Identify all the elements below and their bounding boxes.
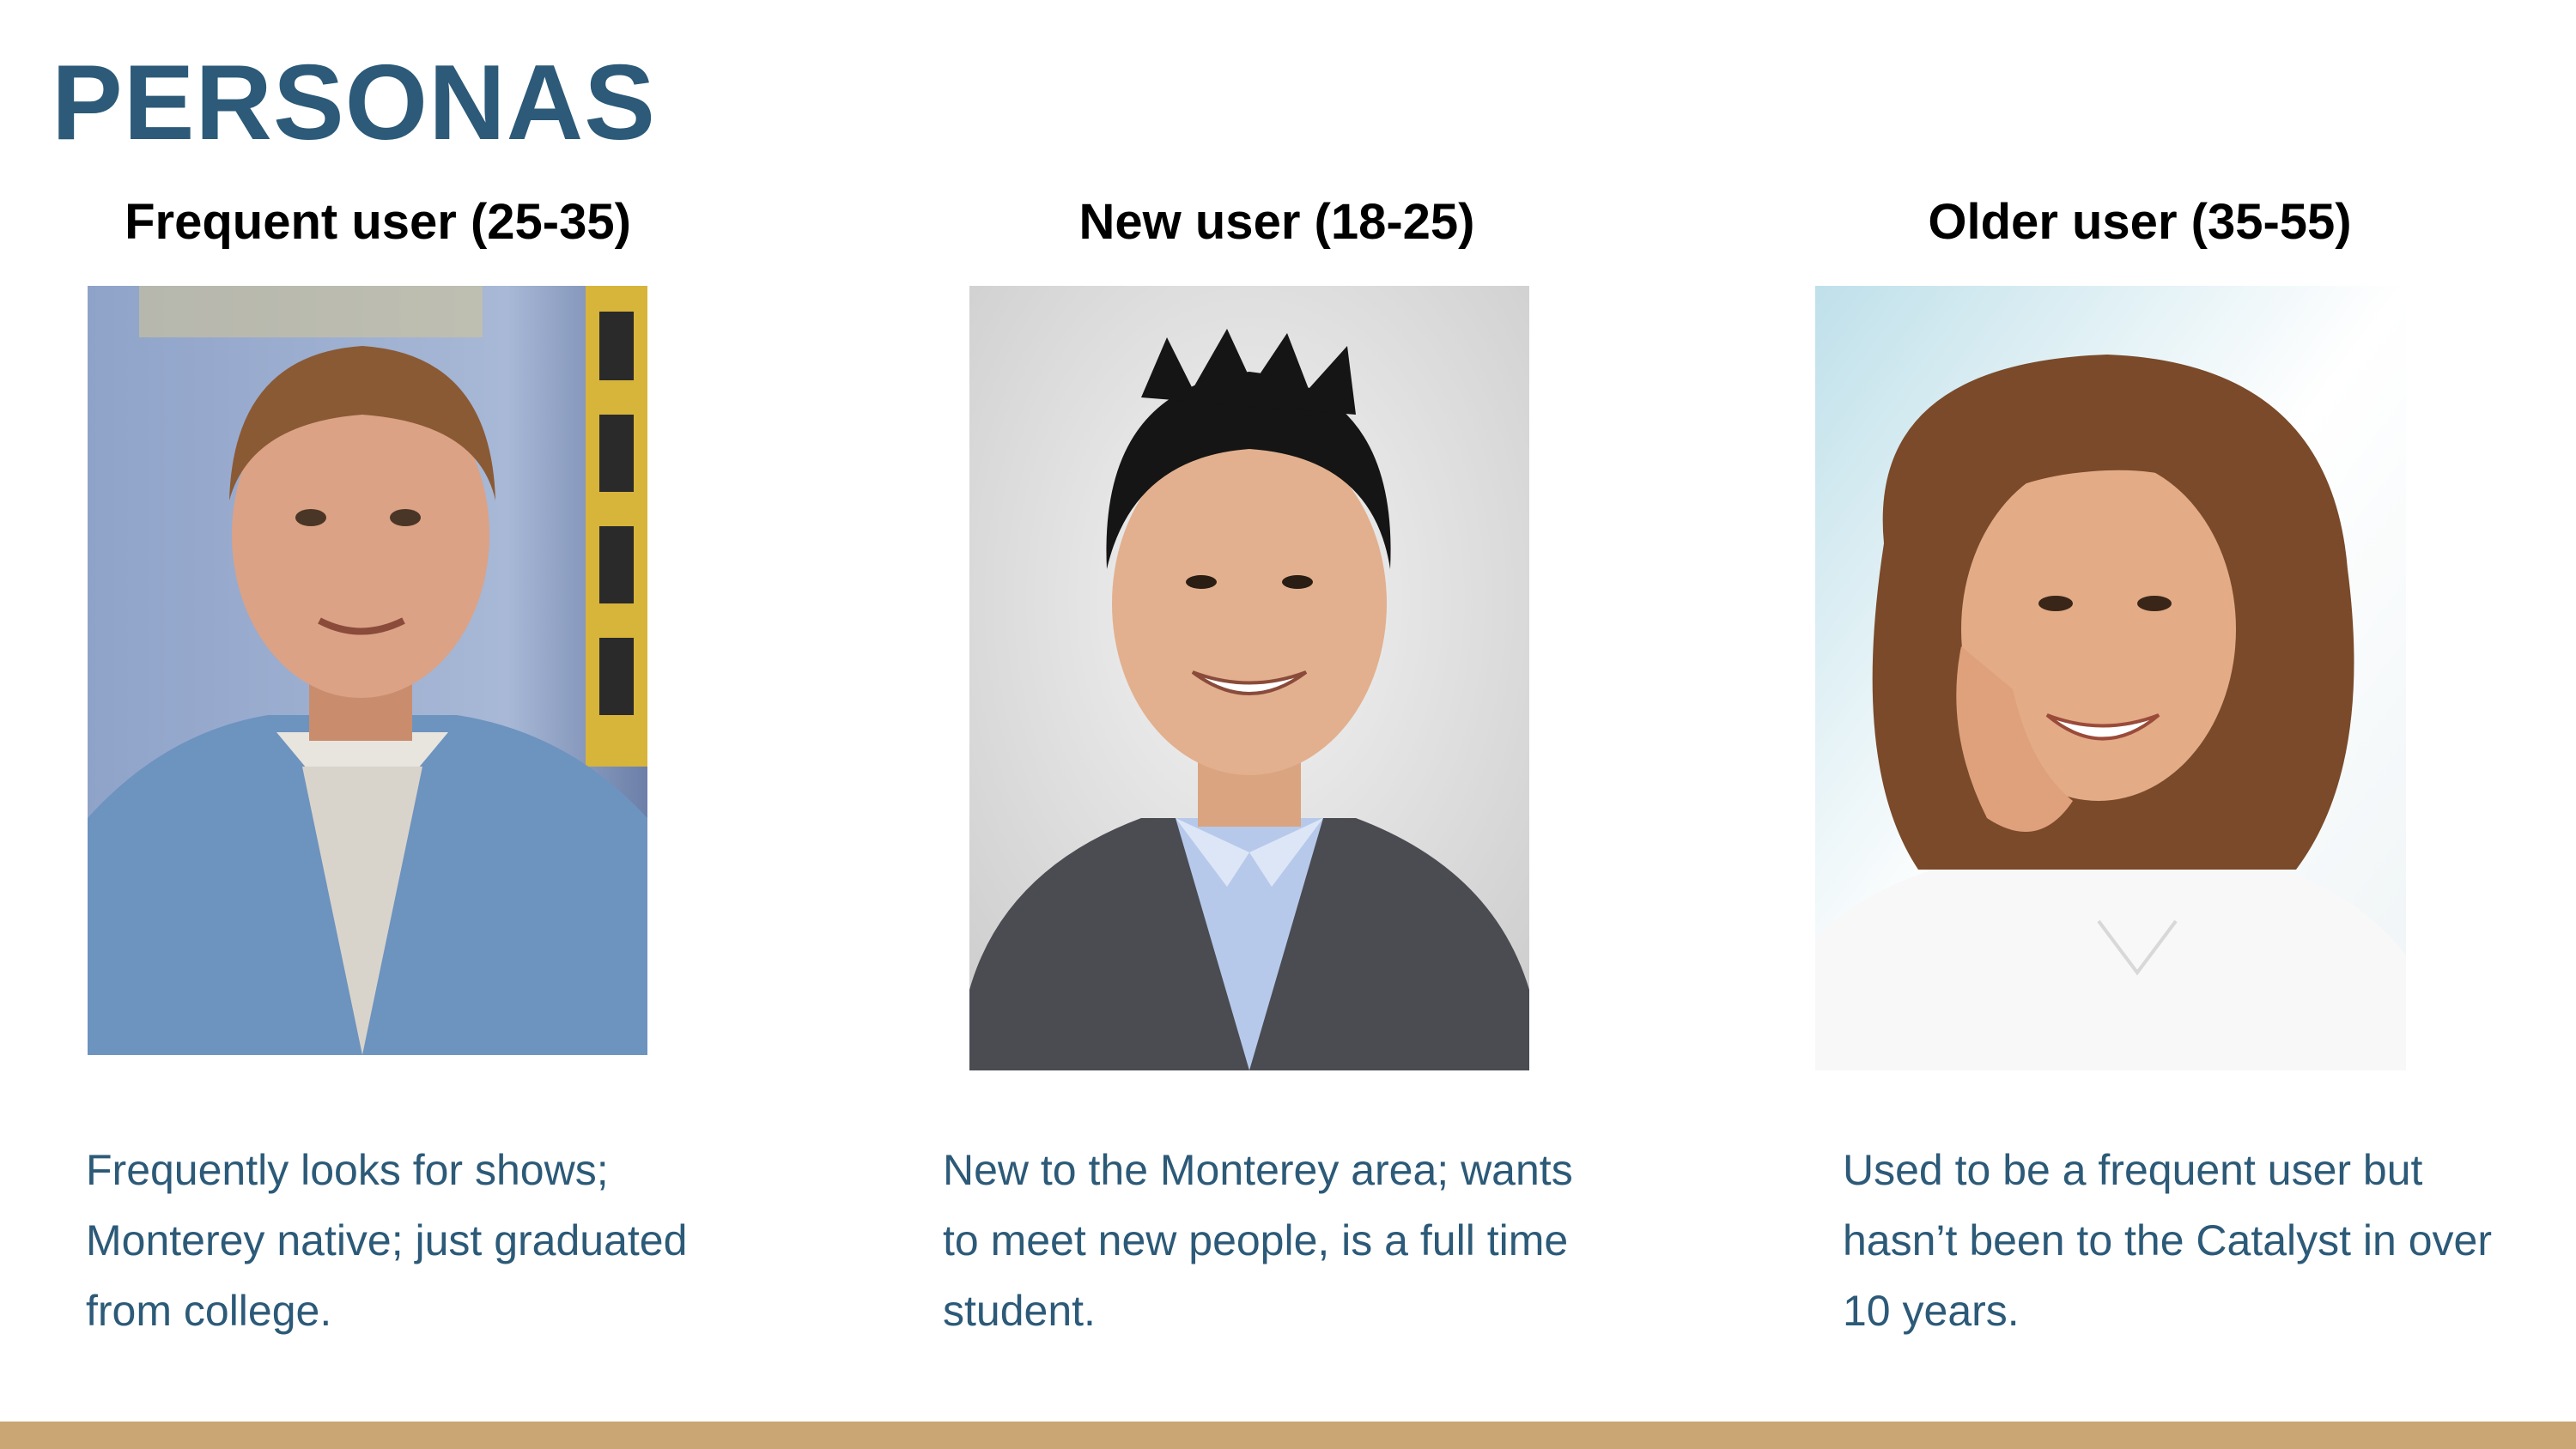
persona-photo-older [1815,286,2406,1070]
persona-description-new: New to the Monterey area; wants to meet … [943,1146,1573,1335]
young-man-suit-photo [969,286,1529,1070]
persona-description-older: Used to be a frequent user but hasn’t be… [1843,1146,2493,1335]
smiling-woman-photo [1815,286,2406,1070]
persona-heading-frequent: Frequent user (25-35) [125,194,631,250]
slide-title: PERSONAS [52,44,656,162]
man-denim-photo [88,286,647,1055]
persona-heading-older: Older user (35-55) [1928,194,2352,250]
persona-photo-frequent [88,286,647,1055]
persona-description-frequent: Frequently looks for shows; Monterey nat… [86,1146,688,1335]
persona-heading-new: New user (18-25) [1078,194,1475,250]
persona-photo-new [969,286,1529,1070]
footer-bar [0,1422,2576,1449]
